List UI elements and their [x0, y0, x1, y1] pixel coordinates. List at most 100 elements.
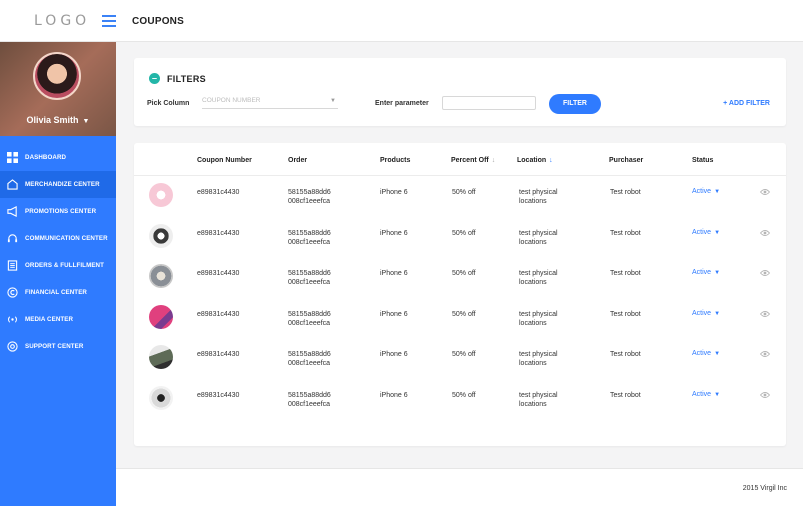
- eye-icon[interactable]: [760, 391, 770, 399]
- table-row[interactable]: e89831c4430 58155a88dd6 008cf1eeefca iPho…: [134, 305, 786, 345]
- product: iPhone 6: [380, 351, 408, 358]
- sidebar-item-label: Support Center: [25, 343, 84, 350]
- column-header-location[interactable]: Location ↓: [517, 157, 553, 164]
- product: iPhone 6: [380, 230, 408, 237]
- order-id-line1: 58155a88dd6: [288, 189, 331, 196]
- megaphone-icon: [7, 206, 18, 217]
- order-id-line2: 008cf1eeefca: [288, 198, 331, 205]
- status-dropdown[interactable]: Active ▼: [692, 229, 720, 236]
- pick-column-select[interactable]: COUPON NUMBER ▼: [202, 97, 338, 109]
- chevron-down-icon: ▼: [714, 189, 721, 195]
- product-thumbnail: [149, 264, 173, 288]
- logo[interactable]: LOGO: [34, 13, 90, 29]
- order-id-line1: 58155a88dd6: [288, 230, 331, 237]
- filter-button[interactable]: FILTER: [549, 94, 601, 114]
- pick-column-value: COUPON NUMBER: [202, 97, 261, 104]
- eye-icon[interactable]: [760, 229, 770, 237]
- order-id-line2: 008cf1eeefca: [288, 401, 331, 408]
- status-label: Active: [692, 310, 712, 317]
- sidebar-item-promotions[interactable]: Promotions Center: [0, 198, 116, 225]
- sidebar-item-support[interactable]: Support Center: [0, 333, 116, 360]
- eye-icon[interactable]: [760, 188, 770, 196]
- status-dropdown[interactable]: Active ▼: [692, 350, 720, 357]
- column-header-order[interactable]: Order: [288, 157, 307, 164]
- chevron-down-icon: ▼: [714, 311, 721, 317]
- product: iPhone 6: [380, 270, 408, 277]
- status-dropdown[interactable]: Active ▼: [692, 310, 720, 317]
- location-line1: test physical: [519, 392, 558, 399]
- column-header-coupon[interactable]: Coupon Number: [197, 157, 252, 164]
- location-line2: locations: [519, 239, 547, 246]
- table-row[interactable]: e89831c4430 58155a88dd6 008cf1eeefca iPho…: [134, 183, 786, 223]
- broadcast-icon: [7, 314, 18, 325]
- sidebar-item-orders[interactable]: Orders & Fullfilment: [0, 252, 116, 279]
- profile-name-label: Olivia Smith: [26, 115, 79, 125]
- status-dropdown[interactable]: Active ▼: [692, 391, 720, 398]
- table-row[interactable]: e89831c4430 58155a88dd6 008cf1eeefca iPho…: [134, 386, 786, 426]
- eye-icon[interactable]: [760, 350, 770, 358]
- percent-off: 50% off: [452, 270, 476, 277]
- location-line2: locations: [519, 360, 547, 367]
- collapse-filters-icon[interactable]: –: [149, 73, 160, 84]
- sidebar-item-label: Financial Center: [25, 289, 87, 296]
- copyright-icon: [7, 287, 18, 298]
- order-id: 58155a88dd6 008cf1eeefca: [288, 229, 331, 247]
- column-header-products[interactable]: Products: [380, 157, 410, 164]
- location: test physical locations: [519, 310, 558, 328]
- product: iPhone 6: [380, 392, 408, 399]
- eye-icon[interactable]: [760, 269, 770, 277]
- purchaser: Test robot: [610, 392, 641, 399]
- sidebar-item-label: Merchandize Center: [25, 181, 100, 188]
- status-label: Active: [692, 269, 712, 276]
- divider: [134, 175, 786, 176]
- order-id: 58155a88dd6 008cf1eeefca: [288, 269, 331, 287]
- product-thumbnail: [149, 305, 173, 329]
- product: iPhone 6: [380, 189, 408, 196]
- chevron-down-icon: ▼: [82, 118, 90, 125]
- eye-icon[interactable]: [760, 310, 770, 318]
- sort-arrow-icon: ↓: [549, 157, 553, 164]
- location-line1: test physical: [519, 351, 558, 358]
- column-header-percent-off[interactable]: Percent Off ↓: [451, 157, 495, 164]
- sort-arrow-icon: ↓: [491, 157, 496, 164]
- menu-icon[interactable]: [102, 15, 116, 27]
- location: test physical locations: [519, 229, 558, 247]
- sidebar-item-label: Communication Center: [25, 235, 108, 242]
- sidebar-item-financial[interactable]: Financial Center: [0, 279, 116, 306]
- profile-name[interactable]: Olivia Smith ▼: [0, 115, 116, 125]
- footer: 2015 Virgil Inc: [116, 468, 803, 506]
- page-title: COUPONS: [132, 16, 184, 27]
- table-row[interactable]: e89831c4430 58155a88dd6 008cf1eeefca iPho…: [134, 264, 786, 304]
- chevron-down-icon: ▼: [714, 230, 721, 236]
- location: test physical locations: [519, 391, 558, 409]
- location-line2: locations: [519, 198, 547, 205]
- coupon-number: e89831c4430: [197, 189, 240, 196]
- chevron-down-icon: ▼: [330, 98, 336, 104]
- parameter-input[interactable]: [442, 96, 536, 110]
- order-id-line1: 58155a88dd6: [288, 311, 331, 318]
- location-line1: test physical: [519, 270, 558, 277]
- grid-icon: [7, 152, 18, 163]
- table-row[interactable]: e89831c4430 58155a88dd6 008cf1eeefca iPho…: [134, 345, 786, 385]
- sidebar-item-merchandize[interactable]: Merchandize Center: [0, 171, 116, 198]
- status-label: Active: [692, 188, 712, 195]
- order-id-line1: 58155a88dd6: [288, 270, 331, 277]
- order-id: 58155a88dd6 008cf1eeefca: [288, 310, 331, 328]
- sidebar-item-media[interactable]: Media Center: [0, 306, 116, 333]
- sidebar: Olivia Smith ▼ Dashboard Merchandize Cent…: [0, 42, 116, 506]
- column-header-purchaser[interactable]: Purchaser: [609, 157, 643, 164]
- column-header-label: Percent Off: [451, 157, 489, 164]
- sidebar-item-communication[interactable]: Communication Center: [0, 225, 116, 252]
- status-dropdown[interactable]: Active ▼: [692, 188, 720, 195]
- sidebar-item-dashboard[interactable]: Dashboard: [0, 144, 116, 171]
- add-filter-button[interactable]: + ADD FILTER: [723, 100, 770, 107]
- store-icon: [7, 179, 18, 190]
- status-dropdown[interactable]: Active ▼: [692, 269, 720, 276]
- table-row[interactable]: e89831c4430 58155a88dd6 008cf1eeefca iPho…: [134, 224, 786, 264]
- location-line2: locations: [519, 279, 547, 286]
- coupons-table: Coupon Number Order Products Percent Off…: [134, 143, 786, 446]
- location-line1: test physical: [519, 230, 558, 237]
- column-header-status[interactable]: Status: [692, 157, 713, 164]
- column-header-label: Location: [517, 157, 547, 164]
- profile-card[interactable]: Olivia Smith ▼: [0, 42, 116, 136]
